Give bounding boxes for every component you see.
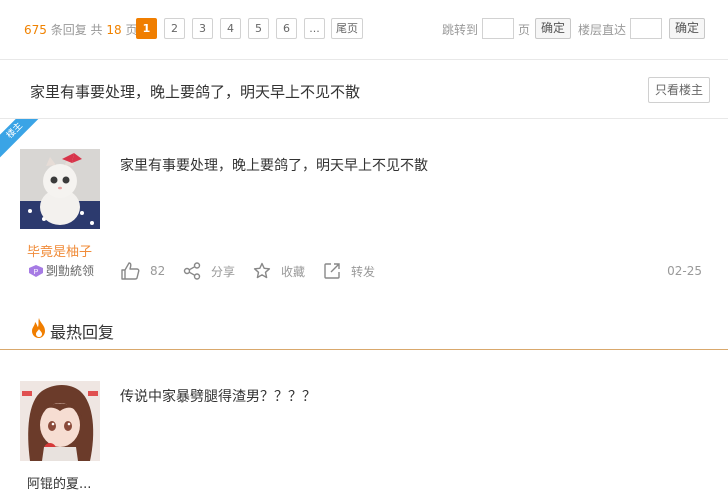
floor-jump-input[interactable] [630, 18, 662, 39]
page-button-4[interactable]: 4 [220, 18, 241, 39]
forward-icon [324, 263, 340, 279]
reply-content: 传说中家暴劈腿得渣男？？？？ [120, 389, 316, 405]
reply-avatar[interactable] [20, 381, 100, 461]
reply-username[interactable]: 阿锟的夏... [27, 473, 91, 492]
like-button[interactable]: 82 [120, 262, 165, 280]
page-button-5[interactable]: 5 [248, 18, 269, 39]
op-title-badge: P 㓸勯統领 [28, 262, 94, 279]
page-button-6[interactable]: 6 [276, 18, 297, 39]
forward-button[interactable]: 转发 [323, 262, 375, 280]
total-replies: 675 [24, 23, 47, 37]
page-ellipsis-button[interactable]: ... [304, 18, 325, 39]
jump-to-label: 跳转到 [442, 23, 479, 37]
only-op-button[interactable]: 只看楼主 [647, 77, 710, 103]
thread-title: 家里有事要处理，晚上要鸽了，明天早上不见不散 [30, 83, 361, 101]
thread-title-bar: 家里有事要处理，晚上要鸽了，明天早上不见不散 只看楼主 [0, 61, 728, 119]
floor-jump-label: 楼层直达 [578, 23, 627, 37]
replies-label: 条回复 共 [50, 23, 103, 37]
hot-replies-header: 最热回复 [0, 312, 728, 350]
op-title-text: 㓸勯統领 [46, 264, 95, 278]
forward-label: 转发 [351, 264, 376, 279]
share-icon [183, 262, 201, 280]
like-count: 82 [150, 264, 166, 278]
page-unit-label: 页 [518, 23, 531, 37]
op-avatar[interactable] [20, 149, 100, 229]
page-button-2[interactable]: 2 [164, 18, 185, 39]
jump-page-input[interactable] [482, 18, 514, 39]
total-pages: 18 [106, 23, 122, 37]
collect-label: 收藏 [281, 264, 306, 279]
share-label: 分享 [211, 264, 236, 279]
hot-replies-title: 最热回复 [50, 323, 115, 342]
reply-stats: 675 条回复 共 18 页 [24, 21, 138, 38]
floor-confirm-button[interactable]: 确定 [669, 18, 706, 39]
share-button[interactable]: 分享 [183, 262, 235, 280]
svg-text:P: P [34, 269, 39, 276]
star-icon [253, 262, 271, 279]
thumbs-up-icon [121, 262, 140, 280]
pagination-bar: 675 条回复 共 18 页 1 2 3 4 5 6 ... 尾页 跳转到 页 … [0, 0, 728, 60]
title-badge-icon: P [29, 264, 43, 277]
page-button-1[interactable]: 1 [136, 18, 157, 39]
jump-confirm-button[interactable]: 确定 [535, 18, 572, 39]
last-page-button[interactable]: 尾页 [331, 18, 363, 39]
op-username[interactable]: 毕竟是柚子 [27, 241, 92, 260]
page-button-3[interactable]: 3 [192, 18, 213, 39]
collect-button[interactable]: 收藏 [253, 262, 305, 280]
op-post-content: 家里有事要处理，晚上要鸽了，明天早上不见不散 [120, 158, 428, 174]
post-date: 02-25 [667, 264, 702, 278]
flame-icon [32, 318, 45, 338]
